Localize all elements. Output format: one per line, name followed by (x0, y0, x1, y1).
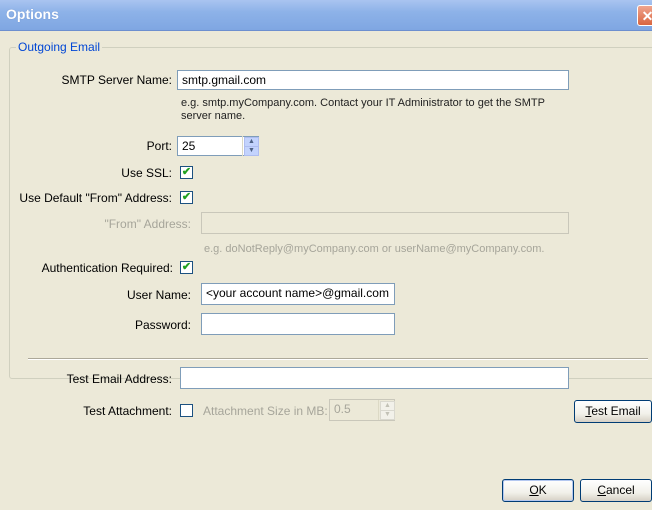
check-icon: ✔ (181, 191, 192, 203)
spin-down-icon[interactable]: ▼ (244, 146, 259, 156)
close-button[interactable]: ✕ (637, 5, 652, 26)
window-title: Options (6, 6, 59, 22)
from-address-hint: e.g. doNotReply@myCompany.com or userNam… (204, 243, 545, 255)
use-default-from-checkbox[interactable]: ✔ (180, 191, 193, 204)
password-input[interactable] (201, 313, 395, 335)
cancel-button-label: ancel (605, 483, 635, 497)
smtp-hint-line1: e.g. smtp.myCompany.com. Contact your IT… (181, 97, 545, 109)
user-name-input[interactable]: <your account name>@gmail.com (201, 283, 395, 305)
from-address-label: "From" Address: (104, 217, 191, 231)
test-attachment-label: Test Attachment: (83, 404, 172, 418)
group-title: Outgoing Email (16, 40, 103, 54)
test-email-input[interactable] (180, 367, 569, 389)
smtp-server-label: SMTP Server Name: (61, 73, 172, 87)
close-icon: ✕ (641, 8, 652, 24)
ok-button[interactable]: OK (502, 479, 574, 502)
smtp-server-input[interactable]: smtp.gmail.com (177, 70, 569, 90)
auth-required-checkbox[interactable]: ✔ (180, 261, 193, 274)
cancel-mnemonic: C (597, 483, 606, 497)
check-icon: ✔ (181, 261, 192, 273)
check-icon: ✔ (181, 166, 192, 178)
test-attachment-checkbox[interactable] (180, 404, 193, 417)
use-ssl-label: Use SSL: (121, 166, 172, 180)
smtp-hint-line2: server name. (181, 110, 246, 122)
ok-button-label: K (538, 483, 547, 497)
password-label: Password: (134, 318, 191, 332)
separator (28, 358, 648, 360)
title-bar[interactable]: Options ✕ (0, 0, 652, 31)
port-spinner[interactable]: ▲ ▼ (242, 136, 259, 156)
user-name-label: User Name: (126, 288, 191, 302)
attachment-size-label: Attachment Size in MB: (203, 404, 328, 418)
auth-required-label: Authentication Required: (41, 261, 173, 275)
test-email-label: Test Email Address: (66, 372, 172, 386)
use-default-from-label: Use Default "From" Address: (19, 191, 172, 205)
use-ssl-checkbox[interactable]: ✔ (180, 166, 193, 179)
test-email-button-label: est Email (591, 404, 641, 418)
port-label: Port: (146, 139, 172, 153)
ok-mnemonic: O (529, 483, 539, 497)
attachment-size-spinner[interactable]: ▲ ▼ (378, 400, 395, 420)
cancel-button[interactable]: Cancel (580, 479, 652, 502)
dialog-body: Outgoing Email SMTP Server Name: smtp.gm… (0, 31, 652, 510)
from-address-input[interactable] (201, 212, 569, 234)
test-email-button[interactable]: Test Email (574, 400, 652, 423)
spin-down-icon[interactable]: ▼ (380, 410, 395, 420)
